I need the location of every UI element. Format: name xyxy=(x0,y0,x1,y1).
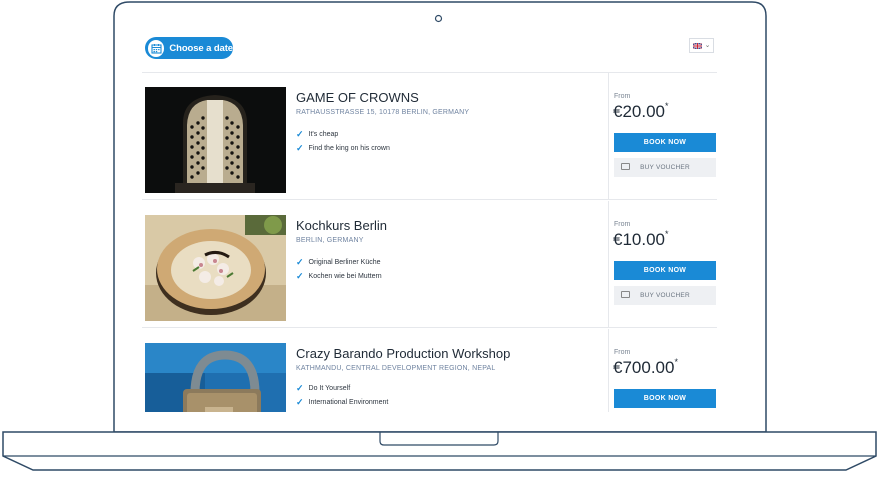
check-icon: ✓ xyxy=(296,257,304,267)
check-icon: ✓ xyxy=(296,383,304,393)
price: €700.00* xyxy=(613,357,678,377)
listing-address: KATHMANDU, CENTRAL DEVELOPMENT REGION, N… xyxy=(296,365,496,372)
feature-item: ✓ Find the king on his crown xyxy=(296,144,390,153)
listing-title[interactable]: Kochkurs Berlin xyxy=(296,218,387,233)
laptop-base xyxy=(2,431,877,471)
calendar-icon xyxy=(148,39,165,57)
from-label: From xyxy=(614,93,631,100)
voucher-icon xyxy=(621,163,630,170)
listing-title[interactable]: Crazy Barando Production Workshop xyxy=(296,346,510,361)
listing-address: RATHAUSSTRASSE 15, 10178 BERLIN, GERMANY xyxy=(296,109,470,116)
price-column-divider xyxy=(608,329,609,412)
feature-item: ✓ Do It Yourself xyxy=(296,384,350,393)
check-icon: ✓ xyxy=(296,143,304,153)
feature-item: ✓ Original Berliner Küche xyxy=(296,258,381,267)
check-icon: ✓ xyxy=(296,397,304,407)
book-now-button[interactable]: BOOK NOW xyxy=(614,261,716,280)
top-bar: Choose a date ⌄ xyxy=(142,29,739,73)
buy-voucher-button[interactable]: BUY VOUCHER xyxy=(614,158,716,177)
listing-image[interactable] xyxy=(145,343,286,412)
feature-text: Kochen wie bei Muttern xyxy=(308,273,382,280)
price-column-divider xyxy=(608,201,609,328)
buy-voucher-button[interactable]: BUY VOUCHER xyxy=(614,286,716,305)
feature-item: ✓ International Environment xyxy=(296,398,388,407)
uk-flag-icon xyxy=(692,42,702,49)
voucher-icon xyxy=(621,291,630,298)
listing-card: Crazy Barando Production Workshop KATHMA… xyxy=(142,329,717,412)
chevron-down-icon: ⌄ xyxy=(704,42,711,49)
listing-title[interactable]: GAME OF CROWNS xyxy=(296,90,419,105)
choose-date-button[interactable]: Choose a date xyxy=(145,37,233,59)
book-now-button[interactable]: BOOK NOW xyxy=(614,133,716,152)
feature-text: Find the king on his crown xyxy=(308,145,390,152)
feature-text: Do It Yourself xyxy=(308,385,351,392)
listing-divider xyxy=(142,327,717,328)
price: €10.00* xyxy=(613,229,669,249)
listing-divider xyxy=(142,199,717,200)
listing-image[interactable] xyxy=(145,87,286,193)
listing-image[interactable] xyxy=(145,215,286,321)
check-icon: ✓ xyxy=(296,271,304,281)
listing-card: GAME OF CROWNS RATHAUSSTRASSE 15, 10178 … xyxy=(142,73,717,200)
from-label: From xyxy=(614,221,631,228)
feature-text: It's cheap xyxy=(308,131,339,138)
listing-card: Kochkurs Berlin BERLIN, GERMANY ✓ Origina… xyxy=(142,201,717,328)
book-now-button[interactable]: BOOK NOW xyxy=(614,389,716,408)
feature-text: International Environment xyxy=(308,399,389,406)
listing-address: BERLIN, GERMANY xyxy=(296,237,364,244)
choose-date-label: Choose a date xyxy=(169,42,233,54)
feature-item: ✓ Kochen wie bei Muttern xyxy=(296,272,382,281)
price: €20.00* xyxy=(613,101,669,121)
feature-item: ✓ It's cheap xyxy=(296,130,338,139)
price-column-divider xyxy=(608,73,609,200)
language-selector[interactable]: ⌄ xyxy=(689,38,714,53)
browser-screen: Choose a date ⌄ GAME OF CROWNS RATHAUSST… xyxy=(142,29,739,412)
feature-text: Original Berliner Küche xyxy=(308,259,381,266)
check-icon: ✓ xyxy=(296,129,304,139)
from-label: From xyxy=(614,349,631,356)
